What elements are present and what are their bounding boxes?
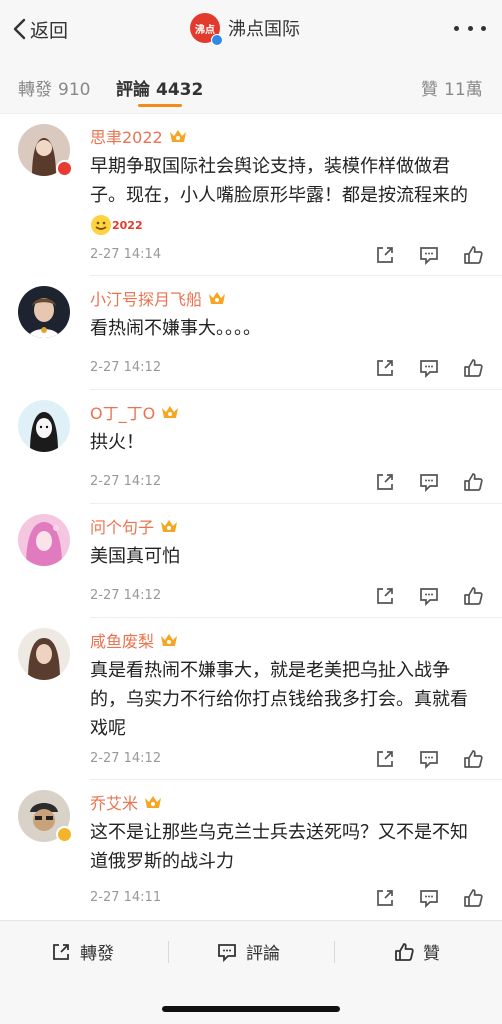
comment-time: 2-27 14:12: [90, 360, 162, 375]
comment-text: 美国真可怕: [90, 546, 180, 567]
divider: [168, 941, 169, 963]
comment-icon[interactable]: [418, 357, 440, 379]
tab-repost[interactable]: 轉發 910: [18, 75, 90, 100]
comment-text: 看热闹不嫌事大。。。。: [90, 318, 261, 339]
avatar[interactable]: [18, 400, 70, 452]
vip-crown-icon: [161, 520, 178, 532]
page-title-group[interactable]: 沸点 沸点国际: [190, 13, 300, 46]
share-icon: [53, 943, 69, 960]
share-icon[interactable]: [374, 357, 396, 379]
like-icon[interactable]: [462, 748, 484, 770]
user-badge-icon: [56, 160, 73, 177]
comment-icon[interactable]: [418, 585, 440, 607]
comment-icon[interactable]: [418, 471, 440, 493]
brand-logo: 沸点: [190, 13, 223, 46]
comment-icon[interactable]: [418, 887, 440, 909]
chevron-left-icon: [13, 18, 26, 40]
back-label: 返回: [30, 19, 69, 42]
more-dots-icon[interactable]: [454, 20, 486, 36]
share-icon[interactable]: [374, 748, 396, 770]
comment-time: 2-27 14:11: [90, 890, 162, 905]
comment-item: 思聿2022 早期争取国际社会舆论支持，装模作样做做君子。现在，小人嘴脸原形毕露…: [0, 114, 502, 276]
comment-icon[interactable]: [418, 748, 440, 770]
repost-button[interactable]: 轉發: [50, 939, 114, 964]
vip-crown-icon: [209, 292, 226, 304]
comment-button[interactable]: 評論: [216, 939, 280, 964]
tab-comments-label: 評論: [116, 80, 150, 100]
brand-logo-text: 沸点: [195, 24, 215, 36]
like-icon[interactable]: [462, 471, 484, 493]
tab-comments-count: 4432: [156, 80, 204, 100]
vip-crown-icon: [169, 130, 186, 142]
like-label: 贊: [423, 944, 440, 964]
share-icon[interactable]: [374, 887, 396, 909]
tab-repost-label: 轉發: [18, 80, 52, 100]
comment-item: 问个句子 美国真可怕 2-27 14:12: [0, 504, 502, 618]
tab-likes-count: 11萬: [444, 80, 483, 100]
comment-text-body: 早期争取国际社会舆论支持，装模作样做做君子。现在，小人嘴脸原形毕露！都是按流程来…: [90, 156, 468, 206]
avatar[interactable]: [18, 514, 70, 566]
home-indicator[interactable]: [162, 1006, 340, 1012]
comment-text: 早期争取国际社会舆论支持，装模作样做做君子。现在，小人嘴脸原形毕露！都是按流程来…: [90, 152, 480, 240]
comment-text: 这不是让那些乌克兰士兵去送死吗？又不是不知道俄罗斯的战斗力: [90, 822, 468, 872]
comment-username[interactable]: 乔艾米: [90, 790, 138, 814]
comment-time: 2-27 14:12: [90, 751, 162, 766]
active-tab-indicator: [138, 104, 182, 107]
comment-item: 咸鱼废梨 真是看热闹不嫌事大，就是老美把乌扯入战争的，乌实力不行给你打点钱给我多…: [0, 618, 502, 780]
comment-time: 2-27 14:12: [90, 474, 162, 489]
comment-username[interactable]: 小汀号探月飞船: [90, 286, 202, 310]
comment-text: 拱火！: [90, 432, 144, 453]
like-icon[interactable]: [462, 244, 484, 266]
avatar[interactable]: [18, 286, 70, 338]
vip-crown-icon: [145, 796, 162, 808]
comment-item: 乔艾米 这不是让那些乌克兰士兵去送死吗？又不是不知道俄罗斯的战斗力 2-27 1…: [0, 780, 502, 920]
verified-badge-icon: [211, 34, 223, 46]
like-icon[interactable]: [462, 585, 484, 607]
comment-text: 真是看热闹不嫌事大，就是老美把乌扯入战争的，乌实力不行给你打点钱给我多打会。真就…: [90, 660, 468, 739]
comment-username[interactable]: 问个句子: [90, 514, 154, 538]
vip-crown-icon: [161, 634, 178, 646]
tab-likes-label: 贊: [421, 80, 438, 100]
comment-username[interactable]: 思聿2022: [90, 124, 163, 148]
comment-time: 2-27 14:12: [90, 588, 162, 603]
avatar[interactable]: [18, 628, 70, 680]
comment-label: 評論: [246, 944, 280, 964]
comment-icon: [218, 943, 236, 962]
emoji-icon: [91, 215, 111, 235]
comment-time: 2-27 14:14: [90, 247, 162, 262]
verified-badge-icon: [56, 826, 73, 843]
emoji-2022-text: 2022: [112, 218, 143, 232]
comment-list[interactable]: 思聿2022 早期争取国际社会舆论支持，装模作样做做君子。现在，小人嘴脸原形毕露…: [0, 114, 502, 920]
share-icon[interactable]: [374, 585, 396, 607]
comment-username[interactable]: O丁_丁O: [90, 400, 155, 424]
tab-bar: 轉發 910 評論 4432 贊 11萬: [0, 58, 502, 114]
divider: [334, 941, 335, 963]
vip-crown-icon: [162, 406, 179, 418]
like-icon[interactable]: [462, 357, 484, 379]
nav-header: 返回 沸点 沸点国际: [0, 0, 502, 58]
tab-likes[interactable]: 贊 11萬: [421, 75, 483, 100]
like-icon: [395, 942, 414, 961]
like-icon[interactable]: [462, 887, 484, 909]
comment-item: O丁_丁O 拱火！ 2-27 14:12: [0, 390, 502, 504]
comment-item: 小汀号探月飞船 看热闹不嫌事大。。。。 2-27 14:12: [0, 276, 502, 390]
share-icon[interactable]: [374, 244, 396, 266]
repost-label: 轉發: [80, 944, 114, 964]
comment-username[interactable]: 咸鱼废梨: [90, 628, 154, 652]
like-button[interactable]: 贊: [393, 939, 440, 964]
back-button[interactable]: 返回: [12, 14, 68, 44]
tab-repost-count: 910: [58, 80, 91, 100]
comment-icon[interactable]: [418, 244, 440, 266]
tab-comments[interactable]: 評論 4432: [116, 75, 203, 100]
page-title: 沸点国际: [228, 19, 300, 40]
share-icon[interactable]: [374, 471, 396, 493]
